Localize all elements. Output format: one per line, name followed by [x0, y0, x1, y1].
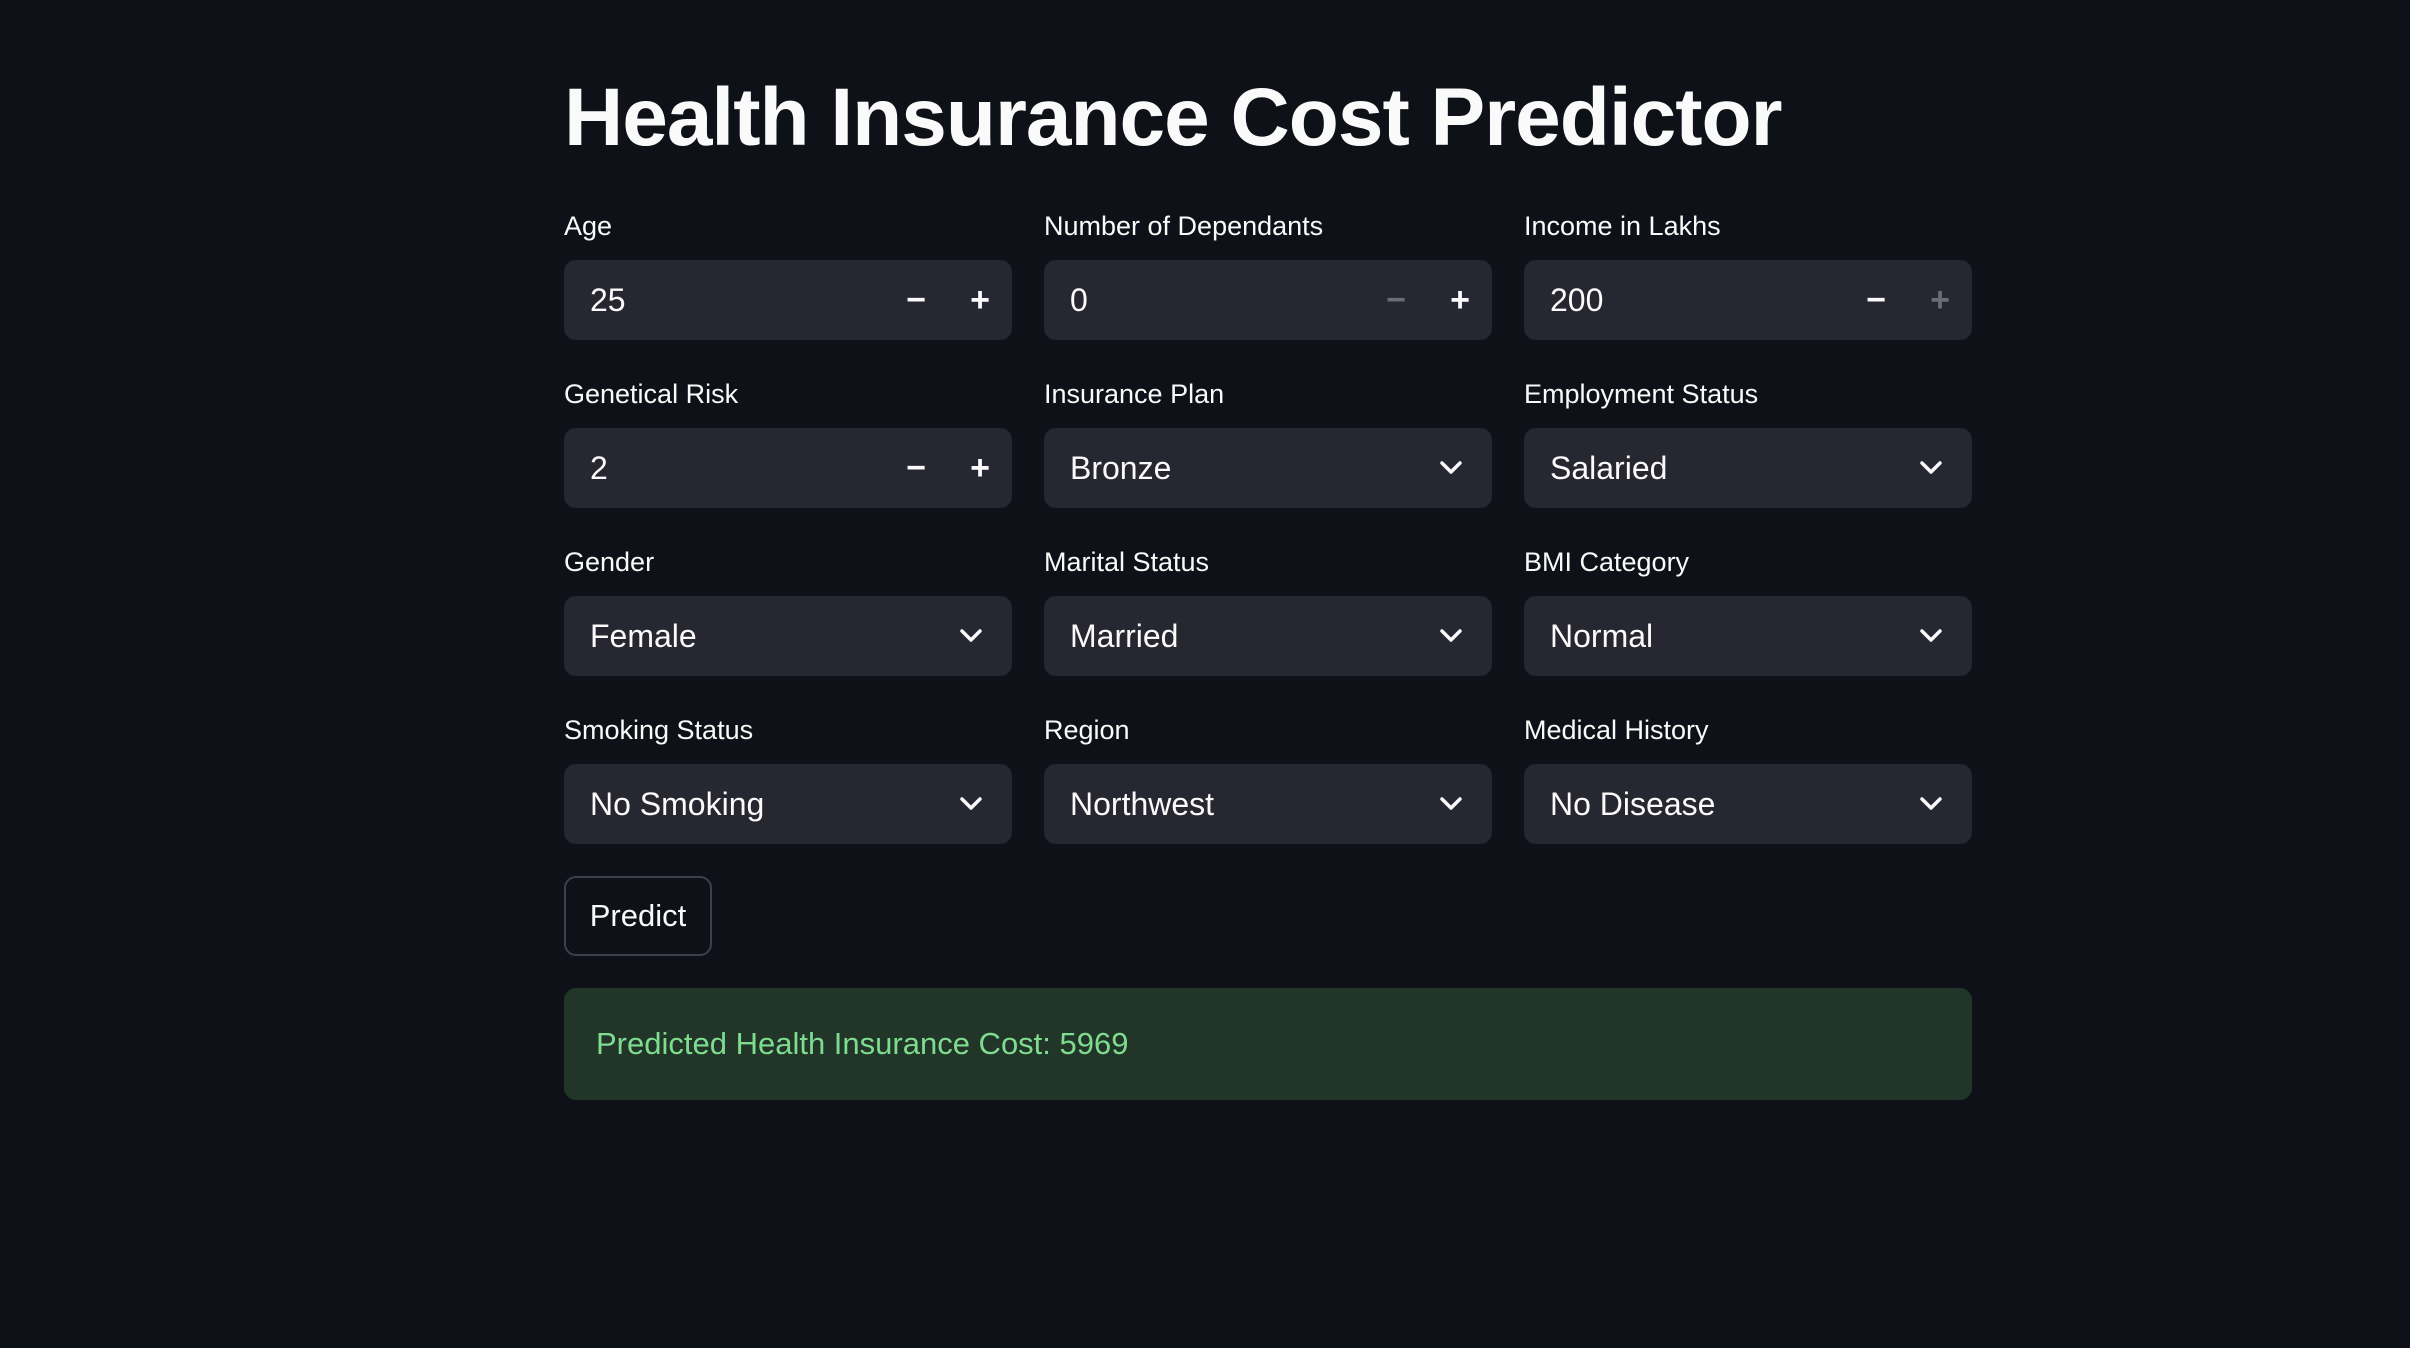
- medical-history-label: Medical History: [1524, 715, 1709, 745]
- age-increment-button[interactable]: +: [948, 260, 1012, 340]
- field-gender: Gender Female: [564, 538, 1012, 706]
- region-label: Region: [1044, 715, 1130, 745]
- field-insurance-plan: Insurance Plan Bronze: [1044, 370, 1492, 538]
- chevron-down-icon[interactable]: [1436, 621, 1466, 651]
- prediction-result-alert: Predicted Health Insurance Cost: 5969: [564, 988, 1972, 1100]
- age-label: Age: [564, 211, 613, 241]
- dependants-label: Number of Dependants: [1044, 211, 1324, 241]
- page-title: Health Insurance Cost Predictor: [564, 72, 1783, 163]
- dependants-number-input[interactable]: 0 − +: [1044, 260, 1492, 340]
- bmi-category-value: Normal: [1550, 617, 1654, 654]
- field-age: Age 25 − +: [564, 202, 1012, 370]
- employment-status-label: Employment Status: [1524, 379, 1759, 409]
- genetical-risk-label: Genetical Risk: [564, 379, 739, 409]
- income-label: Income in Lakhs: [1524, 211, 1721, 241]
- medical-history-value: No Disease: [1550, 785, 1716, 822]
- field-smoking-status: Smoking Status No Smoking: [564, 706, 1012, 874]
- chevron-down-icon[interactable]: [956, 789, 986, 819]
- field-bmi-category: BMI Category Normal: [1524, 538, 1972, 706]
- income-decrement-button[interactable]: −: [1844, 260, 1908, 340]
- field-marital-status: Marital Status Married: [1044, 538, 1492, 706]
- insurance-plan-value: Bronze: [1070, 449, 1172, 486]
- predict-button[interactable]: Predict: [564, 876, 712, 956]
- gender-label: Gender: [564, 547, 655, 577]
- region-select[interactable]: Northwest: [1044, 764, 1492, 844]
- dependants-decrement-button[interactable]: −: [1364, 260, 1428, 340]
- dependants-value[interactable]: 0: [1070, 282, 1364, 319]
- genetical-risk-increment-button[interactable]: +: [948, 428, 1012, 508]
- marital-status-label: Marital Status: [1044, 547, 1210, 577]
- smoking-status-label: Smoking Status: [564, 715, 754, 745]
- income-value[interactable]: 200: [1550, 282, 1844, 319]
- age-decrement-button[interactable]: −: [884, 260, 948, 340]
- bmi-category-label: BMI Category: [1524, 547, 1690, 577]
- field-employment-status: Employment Status Salaried: [1524, 370, 1972, 538]
- insurance-plan-select[interactable]: Bronze: [1044, 428, 1492, 508]
- income-number-input[interactable]: 200 − +: [1524, 260, 1972, 340]
- smoking-status-value: No Smoking: [590, 785, 765, 822]
- income-increment-button[interactable]: +: [1908, 260, 1972, 340]
- chevron-down-icon[interactable]: [1916, 621, 1946, 651]
- field-region: Region Northwest: [1044, 706, 1492, 874]
- dependants-increment-button[interactable]: +: [1428, 260, 1492, 340]
- marital-status-select[interactable]: Married: [1044, 596, 1492, 676]
- form-grid: Age 25 − + Number of Dependants 0 − + In…: [564, 202, 1972, 874]
- employment-status-value: Salaried: [1550, 449, 1668, 486]
- chevron-down-icon[interactable]: [956, 621, 986, 651]
- chevron-down-icon[interactable]: [1436, 789, 1466, 819]
- age-number-input[interactable]: 25 − +: [564, 260, 1012, 340]
- field-income: Income in Lakhs 200 − +: [1524, 202, 1972, 370]
- chevron-down-icon[interactable]: [1916, 453, 1946, 483]
- gender-value: Female: [590, 617, 697, 654]
- smoking-status-select[interactable]: No Smoking: [564, 764, 1012, 844]
- marital-status-value: Married: [1070, 617, 1179, 654]
- region-value: Northwest: [1070, 785, 1215, 822]
- chevron-down-icon[interactable]: [1436, 453, 1466, 483]
- age-value[interactable]: 25: [590, 282, 884, 319]
- genetical-risk-value[interactable]: 2: [590, 450, 884, 487]
- genetical-risk-number-input[interactable]: 2 − +: [564, 428, 1012, 508]
- field-dependants: Number of Dependants 0 − +: [1044, 202, 1492, 370]
- gender-select[interactable]: Female: [564, 596, 1012, 676]
- medical-history-select[interactable]: No Disease: [1524, 764, 1972, 844]
- insurance-plan-label: Insurance Plan: [1044, 379, 1225, 409]
- chevron-down-icon[interactable]: [1916, 789, 1946, 819]
- employment-status-select[interactable]: Salaried: [1524, 428, 1972, 508]
- bmi-category-select[interactable]: Normal: [1524, 596, 1972, 676]
- genetical-risk-decrement-button[interactable]: −: [884, 428, 948, 508]
- prediction-result-text: Predicted Health Insurance Cost: 5969: [596, 1026, 1129, 1061]
- field-medical-history: Medical History No Disease: [1524, 706, 1972, 874]
- field-genetical-risk: Genetical Risk 2 − +: [564, 370, 1012, 538]
